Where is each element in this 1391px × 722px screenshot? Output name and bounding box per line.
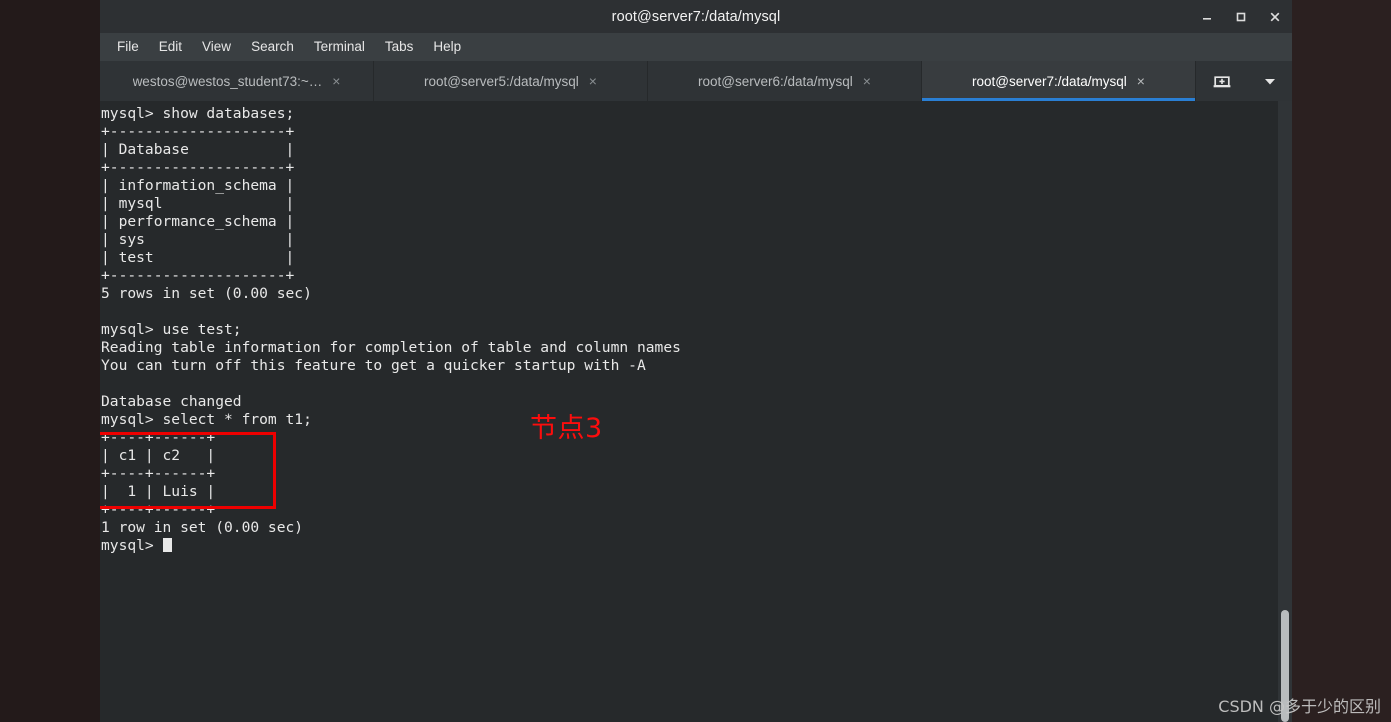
window-title: root@server7:/data/mysql [611,8,781,25]
tab-label: root@server5:/data/mysql [424,73,579,89]
menu-bar: File Edit View Search Terminal Tabs Help [100,33,1292,61]
terminal-output: mysql> show databases; +----------------… [101,105,681,536]
menu-item-edit[interactable]: Edit [150,37,191,57]
terminal-scrollbar[interactable] [1278,101,1292,722]
tab-bar: westos@westos_student73:~… × root@server… [100,61,1292,101]
terminal-window: root@server7:/data/mysql File Edit View … [100,0,1292,722]
menu-item-tabs[interactable]: Tabs [376,37,423,57]
window-controls [1190,0,1292,33]
menu-item-help[interactable]: Help [424,37,470,57]
text-cursor [162,538,172,552]
minimize-icon [1203,17,1211,20]
new-tab-button[interactable] [1196,61,1248,101]
screen: root@server7:/data/mysql File Edit View … [0,0,1391,722]
maximize-icon [1236,12,1246,21]
tab-list-button[interactable] [1248,61,1292,101]
tab-close-icon[interactable]: × [589,74,597,88]
tab-label: root@server6:/data/mysql [698,73,853,89]
close-button[interactable] [1258,0,1292,33]
tab-server7[interactable]: root@server7:/data/mysql × [922,61,1196,101]
minimize-button[interactable] [1190,0,1224,33]
watermark: CSDN @多于少的区别 [1218,697,1381,716]
tab-label: westos@westos_student73:~… [132,73,323,89]
title-bar[interactable]: root@server7:/data/mysql [100,0,1292,33]
annotation-label: 节点3 [530,413,603,444]
menu-item-terminal[interactable]: Terminal [305,37,374,57]
tab-server6[interactable]: root@server6:/data/mysql × [648,61,922,101]
maximize-button[interactable] [1224,0,1258,33]
tab-label: root@server7:/data/mysql [972,73,1127,89]
chevron-down-icon [1265,79,1275,85]
tab-bar-actions [1196,61,1292,101]
tab-server5[interactable]: root@server5:/data/mysql × [374,61,648,101]
menu-item-search[interactable]: Search [242,37,303,57]
new-tab-icon [1213,76,1231,88]
desktop-background-left [0,0,100,722]
terminal-output-area[interactable]: mysql> show databases; +----------------… [100,101,1292,722]
tab-westos-student73[interactable]: westos@westos_student73:~… × [100,61,374,101]
menu-item-view[interactable]: View [193,37,240,57]
terminal-prompt-line: mysql> [100,537,1292,555]
terminal-viewport[interactable]: mysql> show databases; +----------------… [100,101,1292,722]
tab-close-icon[interactable]: × [1137,74,1145,88]
menu-item-file[interactable]: File [108,37,148,57]
close-icon [1270,12,1280,21]
prompt-text: mysql> [101,537,163,554]
tab-close-icon[interactable]: × [863,74,871,88]
tab-close-icon[interactable]: × [332,74,340,88]
